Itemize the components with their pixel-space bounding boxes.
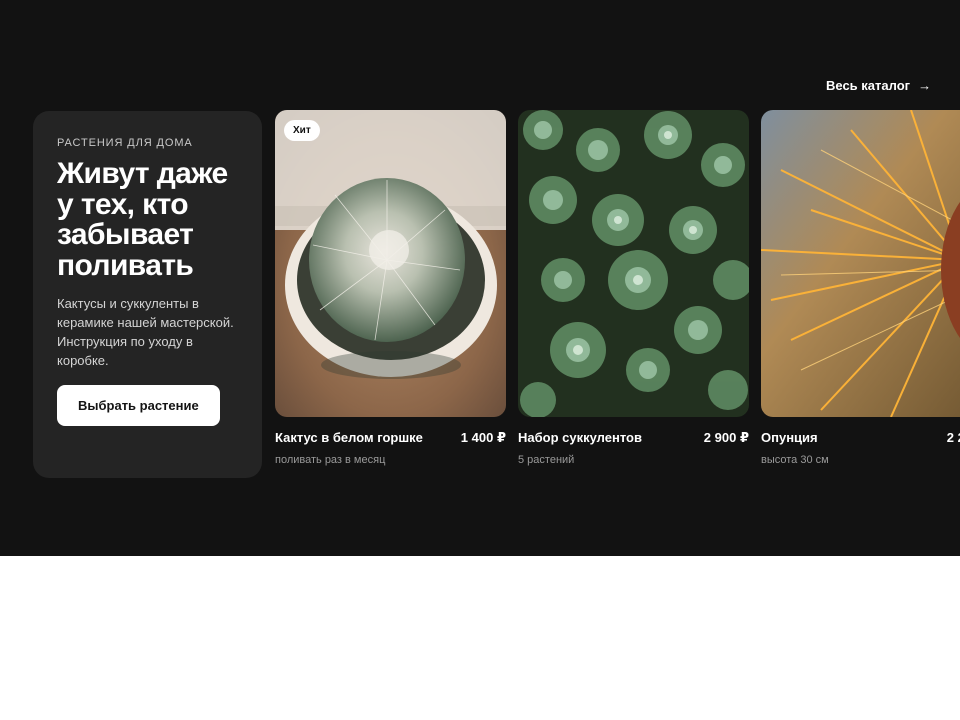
- product-name[interactable]: Кактус в белом горшке: [275, 430, 423, 445]
- product-card[interactable]: Набор суккулентов 2 900 ₽ 5 растений: [518, 110, 749, 466]
- product-price: 2 900 ₽: [703, 430, 749, 445]
- hit-badge: Хит: [284, 120, 320, 141]
- promo-headline: Живут даже у тех, кто забывает поливать: [57, 157, 228, 282]
- product-card[interactable]: Хит Кактус в белом горшке 1 400 ₽ полива…: [275, 110, 506, 466]
- arrow-right-icon: →: [918, 78, 932, 93]
- product-name[interactable]: Набор суккулентов: [518, 430, 642, 445]
- choose-plant-button[interactable]: Выбрать растение: [57, 385, 220, 426]
- catalog-link-label: Весь каталог: [826, 78, 911, 93]
- featured-section: Весь каталог → РАСТЕНИЯ ДЛЯ ДОМА Живут д…: [0, 0, 960, 556]
- product-image-opuntia[interactable]: [761, 110, 960, 417]
- product-name[interactable]: Опунция: [761, 430, 818, 445]
- product-price: 2 200 ₽: [946, 430, 960, 445]
- promo-description: Кактусы и суккуленты в керамике нашей ма…: [57, 296, 234, 368]
- product-note: поливать раз в месяц: [275, 454, 386, 466]
- promo-card: РАСТЕНИЯ ДЛЯ ДОМА Живут даже у тех, кто …: [33, 111, 262, 478]
- product-price: 1 400 ₽: [460, 430, 506, 445]
- catalog-link[interactable]: Весь каталог →: [826, 78, 931, 93]
- product-image-succulents[interactable]: [518, 110, 749, 417]
- product-note: 5 растений: [518, 454, 575, 466]
- product-note: высота 30 см: [761, 454, 829, 466]
- product-card[interactable]: Опунция 2 200 ₽ высота 30 см: [761, 110, 960, 466]
- promo-eyebrow: РАСТЕНИЯ ДЛЯ ДОМА: [57, 137, 193, 149]
- product-image-cactus[interactable]: Хит: [275, 110, 506, 417]
